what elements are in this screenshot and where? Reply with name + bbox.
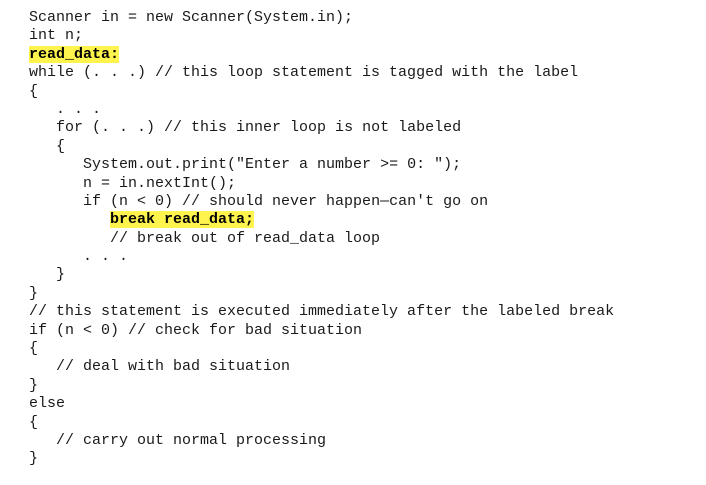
code-line: } bbox=[29, 450, 614, 468]
highlighted-code: read_data: bbox=[29, 45, 120, 63]
code-text: } bbox=[29, 284, 39, 302]
code-text: . . . bbox=[56, 100, 102, 118]
code-line: . . . bbox=[29, 248, 614, 266]
code-line: else bbox=[29, 395, 614, 413]
code-line: for (. . .) // this inner loop is not la… bbox=[29, 119, 614, 137]
highlighted-code: break read_data; bbox=[110, 211, 255, 229]
code-line: } bbox=[29, 285, 614, 303]
code-line: System.out.print("Enter a number >= 0: "… bbox=[29, 156, 614, 174]
code-line: . . . bbox=[29, 101, 614, 119]
code-line: if (n < 0) // should never happen—can't … bbox=[29, 193, 614, 211]
code-text: } bbox=[29, 376, 39, 394]
code-text: { bbox=[56, 137, 66, 155]
code-line: // carry out normal processing bbox=[29, 432, 614, 450]
code-line: Scanner in = new Scanner(System.in); bbox=[29, 9, 614, 27]
code-line: // deal with bad situation bbox=[29, 358, 614, 376]
code-text: while (. . .) // this loop statement is … bbox=[29, 64, 579, 82]
code-line: // break out of read_data loop bbox=[29, 230, 614, 248]
code-line: { bbox=[29, 340, 614, 358]
code-text: { bbox=[29, 413, 39, 431]
code-text: . . . bbox=[83, 248, 129, 266]
code-text: // this statement is executed immediatel… bbox=[29, 303, 615, 321]
code-text: Scanner in = new Scanner(System.in); bbox=[29, 9, 354, 26]
code-text: if (n < 0) // check for bad situation bbox=[29, 321, 363, 339]
code-line: if (n < 0) // check for bad situation bbox=[29, 322, 614, 340]
code-text: for (. . .) // this inner loop is not la… bbox=[56, 119, 462, 137]
code-line: } bbox=[29, 377, 614, 395]
code-text: else bbox=[29, 395, 66, 413]
code-text: int n; bbox=[29, 27, 84, 45]
code-line: { bbox=[29, 414, 614, 432]
code-text: System.out.print("Enter a number >= 0: "… bbox=[83, 156, 462, 174]
code-text: { bbox=[29, 340, 39, 358]
code-line: break read_data; bbox=[29, 211, 614, 229]
code-text: n = in.nextInt(); bbox=[83, 174, 237, 192]
code-text: // break out of read_data loop bbox=[110, 229, 381, 247]
code-text: { bbox=[29, 82, 39, 100]
code-text: // deal with bad situation bbox=[56, 358, 291, 376]
code-text: // carry out normal processing bbox=[56, 431, 327, 449]
code-line: { bbox=[29, 83, 614, 101]
code-listing: Scanner in = new Scanner(System.in); int … bbox=[29, 9, 614, 469]
code-line: int n; bbox=[29, 27, 614, 45]
code-line: { bbox=[29, 138, 614, 156]
code-line: } bbox=[29, 266, 614, 284]
code-text: } bbox=[29, 450, 39, 468]
code-text: if (n < 0) // should never happen—can't … bbox=[83, 192, 489, 210]
code-text: } bbox=[56, 266, 66, 284]
code-line: n = in.nextInt(); bbox=[29, 175, 614, 193]
code-line: read_data: bbox=[29, 45, 614, 64]
code-line: while (. . .) // this loop statement is … bbox=[29, 64, 614, 82]
code-line: // this statement is executed immediatel… bbox=[29, 303, 614, 321]
